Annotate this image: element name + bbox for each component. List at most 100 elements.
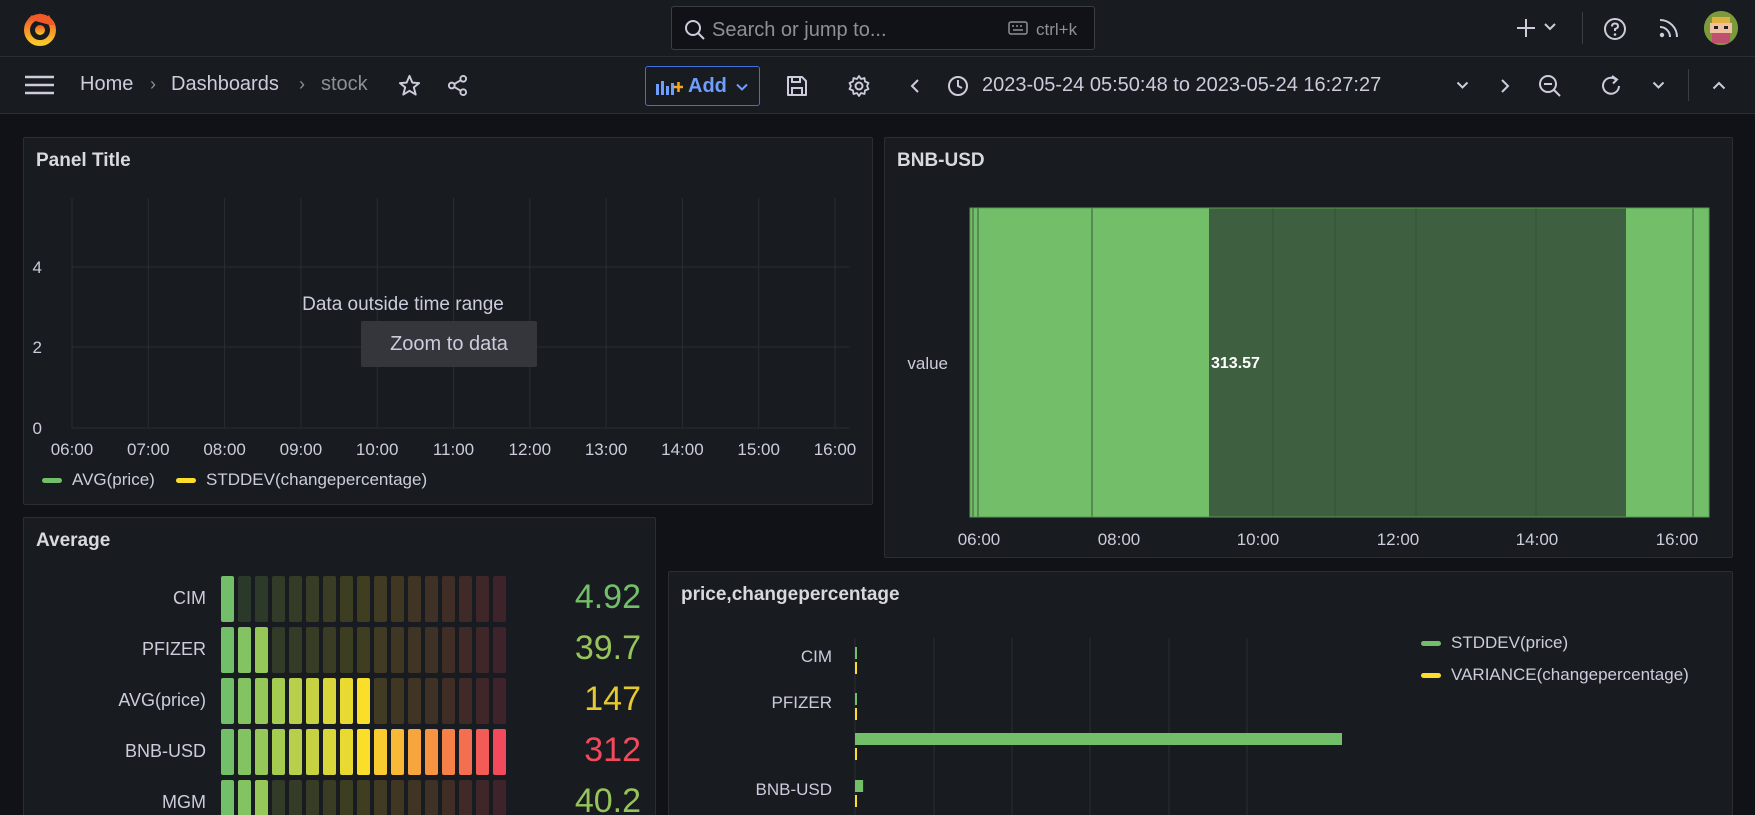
breadcrumb-dashboards[interactable]: Dashboards (171, 73, 279, 96)
gauge-cell (306, 627, 319, 673)
top-bar: Search or jump to... ctrl+k (0, 0, 1755, 57)
state-timeline-panel[interactable]: BNB-USD value 313.57 06:00 08:00 10:00 12:00 1… (884, 137, 1733, 558)
gauge-cell (238, 576, 251, 622)
share-icon[interactable] (446, 74, 469, 97)
x-tick-label: 13:00 (585, 440, 628, 459)
gauge-row-label: AVG(price) (118, 690, 206, 710)
gauge-cell (408, 678, 421, 724)
search-placeholder: Search or jump to... (712, 19, 887, 41)
chevron-down-icon[interactable] (1652, 81, 1665, 90)
legend-swatch (1421, 640, 1441, 646)
gauge-cell (459, 780, 472, 815)
x-tick-label: 08:00 (203, 440, 246, 459)
gauge-row-label: BNB-USD (124, 741, 206, 761)
bar-gauge-panel[interactable]: Average CIM 4.92 PFIZER 39.7 AVG(price) 147 BN… (23, 517, 656, 815)
plus-icon[interactable] (1515, 17, 1537, 39)
gauge-cell (374, 678, 387, 724)
bar-stddev-price (855, 693, 857, 705)
chevron-down-icon[interactable] (1456, 81, 1469, 90)
refresh-icon[interactable] (1599, 74, 1623, 98)
legend-swatch (1421, 672, 1441, 678)
gauge-cell (306, 678, 319, 724)
gauge-cell (391, 627, 404, 673)
row-label: value (907, 354, 948, 373)
bar-variance-changepercentage (855, 662, 857, 674)
gauge-cell (221, 678, 234, 724)
chevron-right-icon[interactable] (1500, 78, 1510, 94)
bar-gauge-area: CIM 4.92 PFIZER 39.7 AVG(price) 147 BNB-USD 312… (24, 518, 655, 815)
zoom-out-icon[interactable] (1538, 74, 1562, 98)
gauge-cell (476, 729, 489, 775)
gauge-cell (272, 780, 285, 815)
chevron-left-icon[interactable] (910, 78, 920, 94)
search-icon (685, 20, 705, 40)
gauge-cell (272, 576, 285, 622)
zoom-to-data-button[interactable]: Zoom to data (361, 321, 537, 367)
star-icon[interactable] (398, 74, 421, 97)
chevron-up-icon[interactable] (1712, 81, 1726, 90)
gauge-cell (391, 576, 404, 622)
barchart-panel[interactable]: price,changepercentage CIM PFIZER BNB-USD … (668, 571, 1733, 815)
legend-item[interactable]: STDDEV(price) (1421, 633, 1568, 653)
gauge-cell (323, 627, 336, 673)
gauge-cell (408, 576, 421, 622)
menu-icon[interactable] (25, 75, 54, 95)
gauge-cell (391, 678, 404, 724)
x-tick-label: 14:00 (1516, 530, 1559, 549)
grafana-logo-icon[interactable] (22, 11, 58, 47)
category-label: CIM (801, 647, 832, 666)
timeseries-panel[interactable]: Panel Title 06:00 07:00 08:00 09:00 10:00 11:… (23, 137, 873, 505)
search-input[interactable]: Search or jump to... ctrl+k (671, 6, 1095, 50)
legend-swatch (42, 477, 62, 483)
gauge-cell (272, 729, 285, 775)
gauge-cell (238, 780, 251, 815)
bar-stddev-price (855, 647, 857, 659)
x-tick-label: 11:00 (433, 440, 474, 459)
bar-variance-changepercentage (855, 795, 857, 807)
gauge-cell (442, 729, 455, 775)
legend-item[interactable]: AVG(price) (42, 470, 155, 490)
y-tick-label: 0 (33, 419, 42, 438)
x-tick-label: 08:00 (1098, 530, 1141, 549)
avatar[interactable] (1704, 11, 1738, 45)
gauge-cell (425, 627, 438, 673)
help-icon[interactable] (1603, 17, 1627, 41)
legend-label: STDDEV(price) (1451, 633, 1569, 652)
breadcrumb-separator: › (150, 74, 156, 94)
gauge-cell (272, 678, 285, 724)
gauge-cell (459, 576, 472, 622)
gauge-cell (255, 627, 268, 673)
legend-item[interactable]: STDDEV(changepercentage) (176, 470, 427, 490)
x-tick-label: 16:00 (1656, 530, 1699, 549)
chevron-down-icon[interactable] (1543, 22, 1557, 32)
gauge-cell (476, 627, 489, 673)
divider (1688, 69, 1689, 101)
gauge-cell (289, 729, 302, 775)
breadcrumb-separator: › (299, 74, 305, 94)
gauge-cell (357, 729, 370, 775)
rss-icon[interactable] (1658, 17, 1680, 39)
chevron-down-icon (736, 83, 748, 91)
gauge-row-label: PFIZER (141, 639, 206, 659)
gauge-cell (306, 576, 319, 622)
gear-icon[interactable] (847, 74, 871, 98)
x-tick-label: 14:00 (661, 440, 704, 459)
gauge-cell (340, 627, 353, 673)
gauge-row-label: MGM (162, 792, 206, 812)
x-tick-label: 09:00 (280, 440, 323, 459)
gauge-cell (425, 678, 438, 724)
gauge-cell (357, 627, 370, 673)
gauge-cell (425, 729, 438, 775)
gauge-cell (459, 729, 472, 775)
breadcrumb-home[interactable]: Home (80, 73, 133, 96)
gauge-cell (323, 780, 336, 815)
gauge-row-label: CIM (173, 588, 206, 608)
legend-item[interactable]: VARIANCE(changepercentage) (1421, 665, 1689, 685)
gauge-cell (340, 729, 353, 775)
time-range-picker[interactable]: 2023-05-24 05:50:48 to 2023-05-24 16:27:… (982, 74, 1381, 97)
save-icon[interactable] (786, 75, 808, 97)
gauge-cell (340, 780, 353, 815)
x-tick-label: 12:00 (1377, 530, 1420, 549)
add-button[interactable]: Add (645, 66, 760, 106)
gauge-cell (374, 576, 387, 622)
